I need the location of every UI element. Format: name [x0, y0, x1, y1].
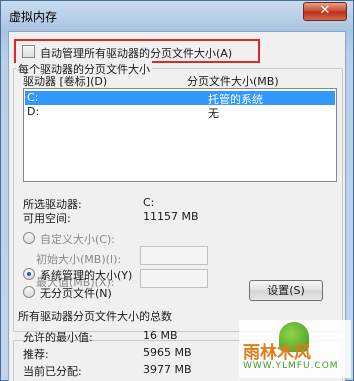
- size-column-header: 分页文件大小(MB): [187, 75, 279, 88]
- drive-list[interactable]: C: 托管的系统 D: 无: [23, 88, 337, 182]
- free-space-label: 可用空间:: [23, 212, 71, 225]
- initial-size-label: 初始大小(MB)(I):: [36, 253, 122, 266]
- watermark-url: WWW.YLMFU.COM: [243, 361, 339, 371]
- totals-legend: 所有驱动器分页文件大小的总数: [16, 308, 174, 324]
- window-title: 虚拟内存: [9, 10, 58, 24]
- min-allowed-label: 允许的最小值:: [23, 331, 93, 344]
- drive-column-header: 驱动器 [卷标](D): [23, 75, 108, 88]
- set-button[interactable]: 设置(S): [249, 280, 323, 301]
- auto-manage-row[interactable]: 自动管理所有驱动器的分页文件大小(A): [14, 39, 260, 63]
- system-managed-radio[interactable]: [23, 268, 35, 280]
- recommended-value: 5965 MB: [143, 346, 192, 359]
- system-managed-label[interactable]: 系统管理的大小(Y): [40, 267, 132, 283]
- no-paging-label[interactable]: 无分页文件(N): [40, 285, 112, 301]
- watermark: 雨林木风 WWW.YLMFU.COM: [239, 320, 351, 378]
- auto-manage-checkbox[interactable]: [22, 45, 35, 58]
- selected-drive-value: C:: [143, 196, 155, 209]
- max-size-input[interactable]: [140, 269, 208, 288]
- no-paging-radio[interactable]: [23, 286, 35, 298]
- drive-size: 无: [208, 107, 219, 120]
- custom-size-label[interactable]: 自定义大小(C):: [40, 231, 115, 247]
- title-bar: 虚拟内存 ✕: [1, 1, 353, 29]
- drive-letter: D:: [27, 105, 40, 118]
- custom-size-radio[interactable]: [23, 232, 35, 244]
- min-allowed-value: 16 MB: [143, 329, 178, 342]
- auto-manage-label[interactable]: 自动管理所有驱动器的分页文件大小(A): [40, 45, 232, 61]
- virtual-memory-dialog: 虚拟内存 ✕ 自动管理所有驱动器的分页文件大小(A) 每个驱动器的分页文件大小 …: [0, 0, 354, 381]
- recommended-label: 推荐:: [23, 348, 49, 361]
- watermark-text: 雨林木风: [243, 343, 311, 363]
- close-button[interactable]: ✕: [303, 2, 347, 21]
- initial-size-input[interactable]: [140, 246, 208, 265]
- free-space-value: 11157 MB: [143, 210, 199, 223]
- drive-row-d[interactable]: D: 无: [25, 105, 335, 120]
- drive-row-c[interactable]: C: 托管的系统: [25, 91, 335, 106]
- current-allocated-label: 当前已分配:: [23, 365, 82, 378]
- current-allocated-value: 3977 MB: [143, 363, 192, 376]
- drive-letter: C:: [27, 91, 39, 104]
